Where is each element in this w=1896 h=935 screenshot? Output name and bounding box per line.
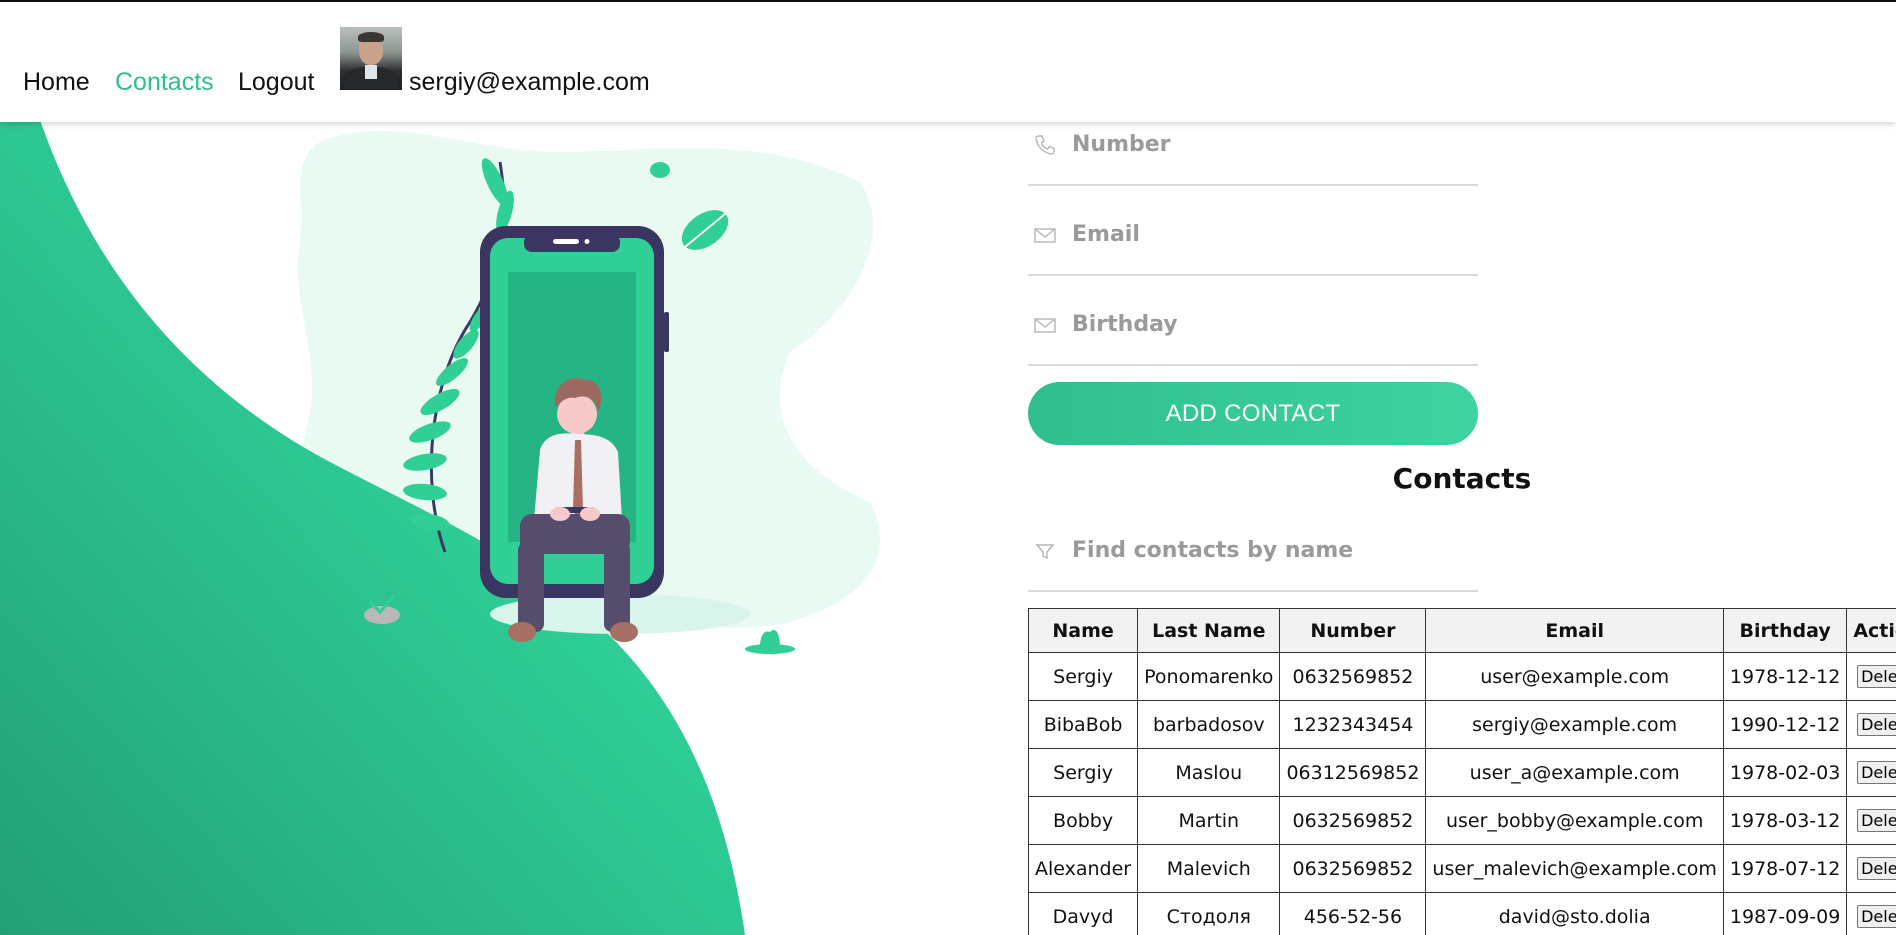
delete-button[interactable]: Delete bbox=[1857, 809, 1896, 832]
cell-birthday: 1978-03-12 bbox=[1722, 796, 1848, 845]
phone-side-button bbox=[664, 312, 669, 352]
contacts-table: Name Last Name Number Email Birthday Act… bbox=[1027, 608, 1896, 935]
delete-button[interactable]: Delete bbox=[1857, 665, 1896, 688]
cell-action: Delete bbox=[1846, 844, 1896, 893]
cell-action: Delete bbox=[1846, 652, 1896, 701]
table-header-row: Name Last Name Number Email Birthday Act… bbox=[1027, 608, 1896, 653]
cell-number: 0632569852 bbox=[1279, 844, 1427, 893]
cell-number: 06312569852 bbox=[1279, 748, 1427, 797]
delete-button[interactable]: Delete bbox=[1857, 713, 1896, 736]
cell-name: Sergiy bbox=[1027, 748, 1139, 797]
cell-name: Bobby bbox=[1027, 796, 1139, 845]
birthday-field[interactable]: Birthday bbox=[1028, 302, 1478, 366]
cell-birthday: 1978-12-12 bbox=[1722, 652, 1848, 701]
number-placeholder: Number bbox=[1072, 132, 1171, 157]
contacts-section-title: Contacts bbox=[1392, 462, 1532, 495]
table-row: Alexander Malevich 0632569852 user_malev… bbox=[1027, 844, 1896, 893]
contact-form-area: Number Email Birthday ADD CONTACT Contac… bbox=[1027, 122, 1896, 935]
cell-email: user_bobby@example.com bbox=[1425, 796, 1724, 845]
delete-button[interactable]: Delete bbox=[1857, 857, 1896, 880]
avatar-hair bbox=[358, 32, 384, 42]
table-row: BibaBob barbadosov 1232343454 sergiy@exa… bbox=[1027, 700, 1896, 749]
cell-birthday: 1990-12-12 bbox=[1722, 700, 1848, 749]
column-header: Action bbox=[1846, 608, 1896, 653]
table-row: Davyd Стодоля 456-52-56 david@sto.dolia … bbox=[1027, 892, 1896, 935]
cell-email: user_malevich@example.com bbox=[1425, 844, 1724, 893]
cell-action: Delete bbox=[1846, 892, 1896, 935]
cell-number: 456-52-56 bbox=[1279, 892, 1427, 935]
phone-speaker bbox=[553, 239, 579, 244]
nav-logout-link[interactable]: Logout bbox=[238, 68, 314, 97]
cell-email: user_a@example.com bbox=[1425, 748, 1724, 797]
delete-button[interactable]: Delete bbox=[1857, 905, 1896, 928]
cell-last-name: Maslou bbox=[1137, 748, 1281, 797]
table-row: Sergiy Ponomarenko 0632569852 user@examp… bbox=[1027, 652, 1896, 701]
cell-action: Delete bbox=[1846, 748, 1896, 797]
user-email: sergiy@example.com bbox=[409, 68, 650, 96]
envelope-icon bbox=[1034, 228, 1056, 243]
cell-name: Davyd bbox=[1027, 892, 1139, 935]
cell-last-name: Ponomarenko bbox=[1137, 652, 1281, 701]
nav-home-link[interactable]: Home bbox=[23, 68, 90, 97]
email-placeholder: Email bbox=[1072, 222, 1140, 247]
cell-birthday: 1987-09-09 bbox=[1722, 892, 1848, 935]
cell-action: Delete bbox=[1846, 796, 1896, 845]
cell-birthday: 1978-02-03 bbox=[1722, 748, 1848, 797]
email-field[interactable]: Email bbox=[1028, 212, 1478, 276]
cell-name: Sergiy bbox=[1027, 652, 1139, 701]
funnel-icon bbox=[1035, 544, 1055, 560]
top-navbar: Home Contacts Logout sergiy@example.com bbox=[0, 2, 1896, 122]
cell-birthday: 1978-07-12 bbox=[1722, 844, 1848, 893]
cell-name: BibaBob bbox=[1027, 700, 1139, 749]
filter-placeholder: Find contacts by name bbox=[1072, 538, 1354, 563]
cell-last-name: Стодоля bbox=[1137, 892, 1281, 935]
delete-button[interactable]: Delete bbox=[1857, 761, 1896, 784]
small-grass bbox=[745, 629, 795, 654]
cell-email: user@example.com bbox=[1425, 652, 1724, 701]
table-row: Bobby Martin 0632569852 user_bobby@examp… bbox=[1027, 796, 1896, 845]
envelope-icon bbox=[1034, 318, 1056, 333]
nav-contacts-link[interactable]: Contacts bbox=[115, 68, 214, 97]
add-contact-button[interactable]: ADD CONTACT bbox=[1028, 382, 1478, 445]
column-header: Last Name bbox=[1137, 608, 1281, 653]
cell-last-name: barbadosov bbox=[1137, 700, 1281, 749]
user-avatar bbox=[340, 27, 402, 90]
cell-email: sergiy@example.com bbox=[1425, 700, 1724, 749]
cell-number: 1232343454 bbox=[1279, 700, 1427, 749]
phone-icon bbox=[1035, 135, 1055, 155]
table-row: Sergiy Maslou 06312569852 user_a@example… bbox=[1027, 748, 1896, 797]
number-field[interactable]: Number bbox=[1028, 122, 1478, 186]
column-header: Birthday bbox=[1722, 608, 1848, 653]
cell-number: 0632569852 bbox=[1279, 796, 1427, 845]
cell-last-name: Martin bbox=[1137, 796, 1281, 845]
column-header: Number bbox=[1279, 608, 1427, 653]
cell-name: Alexander bbox=[1027, 844, 1139, 893]
cell-email: david@sto.dolia bbox=[1425, 892, 1724, 935]
column-header: Email bbox=[1425, 608, 1724, 653]
phone-camera bbox=[584, 239, 590, 244]
column-header: Name bbox=[1027, 608, 1139, 653]
cell-action: Delete bbox=[1846, 700, 1896, 749]
birthday-placeholder: Birthday bbox=[1072, 312, 1178, 337]
hero-illustration bbox=[0, 122, 881, 935]
cell-number: 0632569852 bbox=[1279, 652, 1427, 701]
filter-field[interactable]: Find contacts by name bbox=[1028, 528, 1478, 592]
cell-last-name: Malevich bbox=[1137, 844, 1281, 893]
avatar-collar bbox=[365, 65, 377, 79]
